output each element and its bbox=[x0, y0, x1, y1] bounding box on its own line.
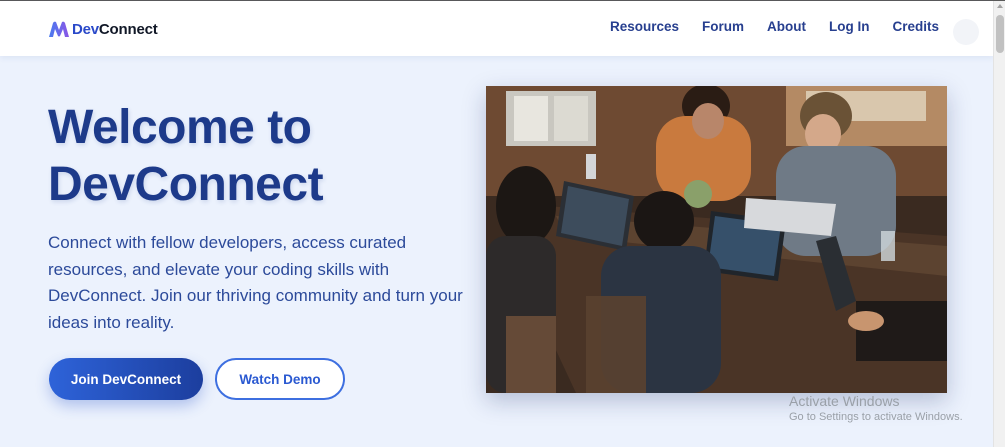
nav-links: Resources Forum About Log In Credits bbox=[610, 19, 939, 34]
scroll-up-arrow-icon[interactable] bbox=[997, 4, 1003, 8]
hero-title: Welcome to DevConnect bbox=[48, 99, 468, 213]
hero-title-line1: Welcome to bbox=[48, 101, 312, 154]
brand-prefix: Dev bbox=[72, 20, 99, 38]
top-navbar: DevConnect Resources Forum About Log In … bbox=[0, 1, 993, 56]
nav-link-forum[interactable]: Forum bbox=[702, 19, 744, 34]
brand-logo[interactable]: DevConnect bbox=[48, 18, 158, 40]
theme-toggle-button[interactable] bbox=[953, 19, 979, 45]
developers-photo-illustration bbox=[486, 86, 947, 393]
brand-name: DevConnect bbox=[72, 21, 158, 38]
hero-description: Connect with fellow developers, access c… bbox=[48, 233, 463, 332]
scroll-thumb[interactable] bbox=[996, 15, 1004, 53]
nav-link-resources[interactable]: Resources bbox=[610, 19, 679, 34]
join-button[interactable]: Join DevConnect bbox=[49, 358, 203, 400]
nav-link-about[interactable]: About bbox=[767, 19, 806, 34]
watch-demo-button[interactable]: Watch Demo bbox=[215, 358, 345, 400]
page-scrollbar[interactable] bbox=[993, 1, 1005, 447]
watermark-subtitle: Go to Settings to activate Windows. bbox=[789, 411, 963, 423]
nav-link-login[interactable]: Log In bbox=[829, 19, 870, 34]
nav-link-credits[interactable]: Credits bbox=[892, 19, 939, 34]
hero-title-line2: DevConnect bbox=[48, 158, 324, 211]
os-activation-watermark: Activate Windows Go to Settings to activ… bbox=[789, 393, 963, 423]
watermark-title: Activate Windows bbox=[789, 393, 900, 409]
hero-photo bbox=[486, 86, 947, 393]
brand-suffix: Connect bbox=[98, 20, 158, 38]
logo-icon bbox=[49, 21, 69, 37]
